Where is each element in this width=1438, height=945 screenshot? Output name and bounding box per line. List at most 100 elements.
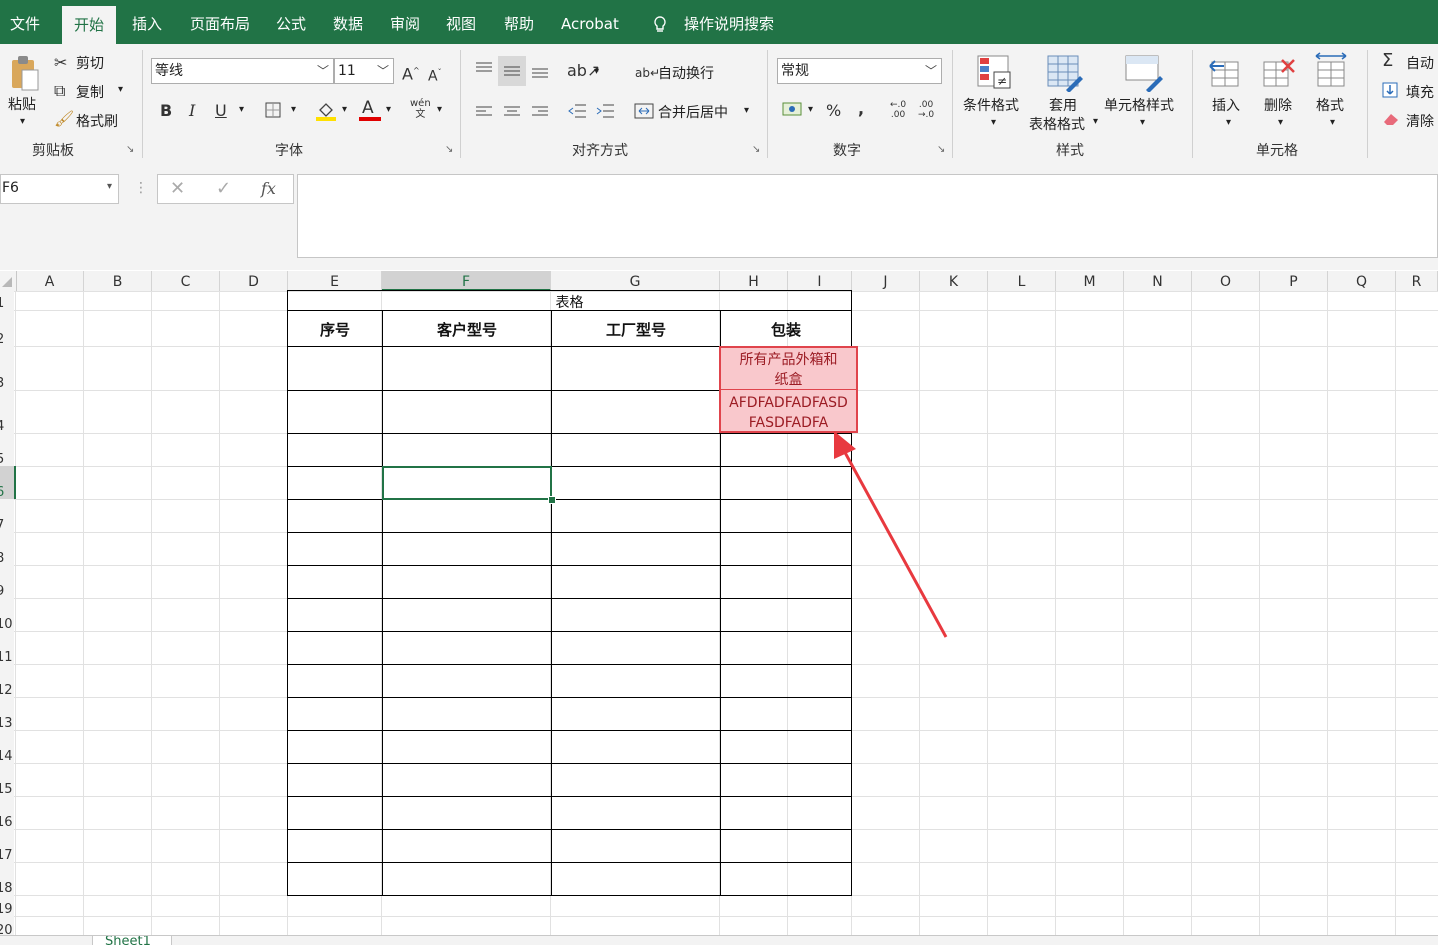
row-header-16[interactable]: 16 xyxy=(0,796,14,829)
number-format-combo[interactable]: 常规 ﹀ xyxy=(777,58,942,84)
column-header-b[interactable]: B xyxy=(84,271,152,291)
row-header-12[interactable]: 12 xyxy=(0,664,14,697)
align-center-icon[interactable] xyxy=(502,104,522,120)
cancel-icon[interactable]: ✕ xyxy=(170,178,185,199)
row-header-18[interactable]: 18 xyxy=(0,862,14,895)
paste-dropdown-icon[interactable]: ▾ xyxy=(20,116,25,127)
merge-center-button[interactable]: 合并后居中 xyxy=(658,102,728,122)
merge-center-icon[interactable] xyxy=(634,102,654,120)
underline-button[interactable]: U xyxy=(215,102,227,120)
row-header-20[interactable]: 20 xyxy=(0,916,14,937)
column-header-g[interactable]: G xyxy=(551,271,720,291)
format-cells-button[interactable]: 格式 xyxy=(1316,95,1344,115)
accounting-dropdown-icon[interactable]: ▾ xyxy=(808,104,813,115)
header-seq[interactable]: 序号 xyxy=(288,319,382,340)
comma-button[interactable]: , xyxy=(858,100,864,118)
tab-review[interactable]: 审阅 xyxy=(390,0,420,44)
row-header-8[interactable]: 8 xyxy=(0,532,14,565)
align-right-icon[interactable] xyxy=(530,104,550,120)
insert-cells-icon[interactable] xyxy=(1208,54,1244,90)
align-bottom-icon[interactable] xyxy=(530,64,550,80)
clipboard-launcher-icon[interactable]: ↘ xyxy=(126,144,134,155)
tab-formulas[interactable]: 公式 xyxy=(276,0,306,44)
phonetic-icon[interactable]: wén 文 xyxy=(410,98,431,120)
row-header-10[interactable]: 10 xyxy=(0,598,14,631)
name-box[interactable]: F6 ▾ xyxy=(0,174,119,204)
row-header-2[interactable]: 2 xyxy=(0,310,14,346)
delete-cells-button[interactable]: 删除 xyxy=(1264,95,1292,115)
borders-dropdown-icon[interactable]: ▾ xyxy=(291,104,296,115)
fill-icon[interactable] xyxy=(1382,82,1398,98)
column-header-j[interactable]: J xyxy=(852,271,920,291)
format-painter-button[interactable]: 格式刷 xyxy=(76,111,118,131)
delete-dropdown-icon[interactable]: ▾ xyxy=(1278,117,1283,128)
column-header-i[interactable]: I xyxy=(788,271,852,291)
align-top-icon[interactable] xyxy=(474,60,494,76)
conditional-formatting-icon[interactable]: ≠ xyxy=(976,54,1014,92)
fill-handle[interactable] xyxy=(548,496,556,504)
row-header-6[interactable]: 6 xyxy=(0,466,16,499)
formula-input[interactable] xyxy=(297,174,1438,258)
column-header-n[interactable]: N xyxy=(1124,271,1192,291)
tab-home[interactable]: 开始 xyxy=(62,6,117,44)
enter-icon[interactable]: ✓ xyxy=(216,178,231,199)
delete-cells-icon[interactable] xyxy=(1262,54,1298,90)
row-header-9[interactable]: 9 xyxy=(0,565,14,598)
decrease-decimal-icon[interactable]: .00 →.0 xyxy=(918,100,934,120)
format-as-table-icon[interactable] xyxy=(1046,54,1084,93)
conditional-dropdown-icon[interactable]: ▾ xyxy=(991,117,996,128)
format-dropdown-icon[interactable]: ▾ xyxy=(1330,117,1335,128)
tab-view[interactable]: 视图 xyxy=(446,0,476,44)
scissors-icon[interactable]: ✂ xyxy=(54,54,67,72)
cut-button[interactable]: 剪切 xyxy=(76,53,104,73)
column-header-q[interactable]: Q xyxy=(1328,271,1396,291)
row-header-5[interactable]: 5 xyxy=(0,433,14,466)
row-header-1[interactable]: 1 xyxy=(0,291,14,310)
drag-handle-icon[interactable]: ⋮ xyxy=(134,180,148,196)
row-header-4[interactable]: 4 xyxy=(0,390,14,433)
conditional-formatting-button[interactable]: 条件格式 xyxy=(963,95,1019,115)
column-header-r[interactable]: R xyxy=(1396,271,1438,291)
select-all-corner[interactable] xyxy=(0,271,17,291)
row-header-7[interactable]: 7 xyxy=(0,499,14,532)
column-header-p[interactable]: P xyxy=(1260,271,1328,291)
paste-icon[interactable] xyxy=(8,54,44,94)
tab-page-layout[interactable]: 页面布局 xyxy=(190,0,250,44)
paste-button[interactable]: 粘贴 xyxy=(8,94,36,114)
tab-help[interactable]: 帮助 xyxy=(504,0,534,44)
wrap-text-button[interactable]: 自动换行 xyxy=(658,63,714,83)
decrease-font-icon[interactable]: Aˇ xyxy=(428,64,442,86)
increase-decimal-icon[interactable]: ←.0.00 xyxy=(890,100,906,120)
autosum-icon[interactable]: Σ xyxy=(1382,52,1393,70)
format-as-table-label-2[interactable]: 表格格式 xyxy=(1029,114,1085,134)
insert-function-button[interactable]: fx xyxy=(261,179,276,198)
autosum-button[interactable]: 自动 xyxy=(1406,53,1434,73)
tell-me-search[interactable]: 操作说明搜索 xyxy=(684,0,774,44)
copy-icon[interactable]: ⧉ xyxy=(54,82,65,100)
column-header-f[interactable]: F xyxy=(382,271,551,291)
font-name-combo[interactable]: 等线 ﹀ xyxy=(151,58,334,84)
format-cells-icon[interactable] xyxy=(1314,52,1350,90)
tab-data[interactable]: 数据 xyxy=(333,0,363,44)
column-header-e[interactable]: E xyxy=(288,271,382,291)
row-header-17[interactable]: 17 xyxy=(0,829,14,862)
underline-dropdown-icon[interactable]: ▾ xyxy=(239,104,244,115)
column-header-k[interactable]: K xyxy=(920,271,988,291)
orientation-dropdown-icon[interactable]: ▾ xyxy=(594,66,599,77)
bold-button[interactable]: B xyxy=(160,102,172,120)
phonetic-dropdown-icon[interactable]: ▾ xyxy=(437,104,442,115)
row-header-14[interactable]: 14 xyxy=(0,730,14,763)
column-header-m[interactable]: M xyxy=(1056,271,1124,291)
eraser-icon[interactable] xyxy=(1382,112,1400,126)
copy-button[interactable]: 复制 xyxy=(76,82,104,102)
fill-color-icon[interactable] xyxy=(316,100,336,122)
cell-styles-dropdown-icon[interactable]: ▾ xyxy=(1140,117,1145,128)
merge-center-dropdown-icon[interactable]: ▾ xyxy=(744,105,749,116)
align-left-icon[interactable] xyxy=(474,104,494,120)
header-packaging[interactable]: 包装 xyxy=(721,319,851,340)
number-launcher-icon[interactable]: ↘ xyxy=(937,144,945,155)
cell-styles-icon[interactable] xyxy=(1124,54,1164,93)
cell-styles-button[interactable]: 单元格样式 xyxy=(1104,95,1174,115)
format-as-table-button[interactable]: 套用 xyxy=(1049,95,1077,115)
row-header-13[interactable]: 13 xyxy=(0,697,14,730)
